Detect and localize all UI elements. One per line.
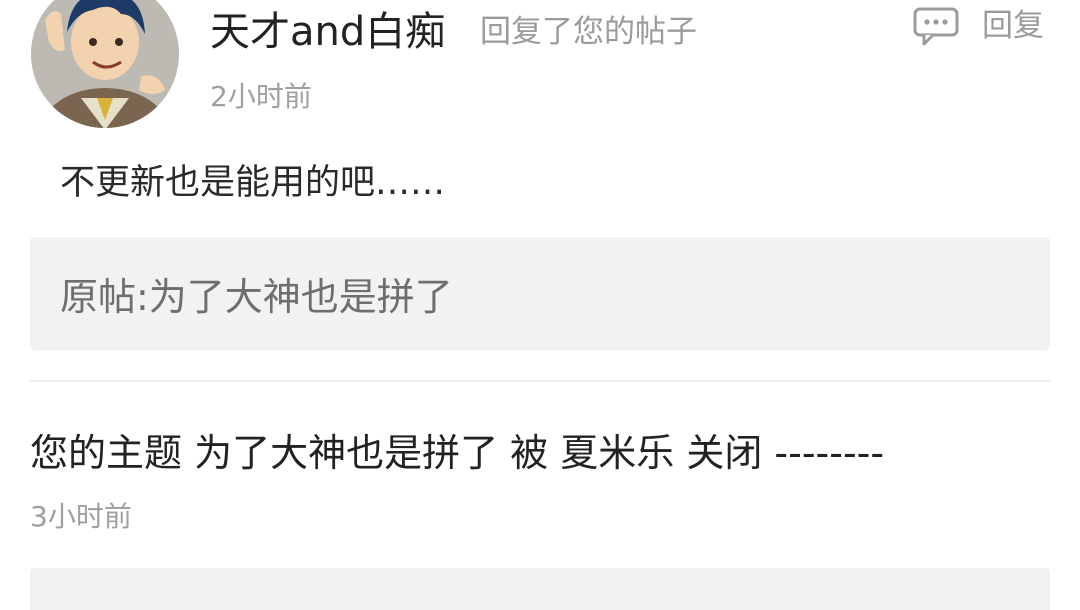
notice-timestamp: 3小时前 <box>30 500 132 533</box>
username[interactable]: 天才and白痴 <box>210 8 445 56</box>
original-post-quote[interactable]: 原帖:为了大神也是拼了 <box>30 237 1050 350</box>
reply-content[interactable]: 不更新也是能用的吧…… <box>60 160 445 206</box>
notification-action-text: 回复了您的帖子 <box>480 14 697 50</box>
reply-timestamp: 2小时前 <box>210 80 312 113</box>
reply-button[interactable]: 回复 <box>912 4 1044 48</box>
notice-quote-box[interactable] <box>30 568 1050 610</box>
speech-bubble-icon <box>913 7 959 46</box>
system-notice-text[interactable]: 您的主题 为了大神也是拼了 被 夏米乐 关闭 -------- <box>30 428 884 478</box>
reply-label: 回复 <box>982 8 1044 44</box>
avatar-image <box>31 0 179 128</box>
divider <box>30 380 1050 382</box>
original-post-title: 原帖:为了大神也是拼了 <box>60 275 453 319</box>
notification-list: 天才and白痴 回复了您的帖子 回复 2小时前 不更新也是能用的吧…… 原帖:为… <box>0 0 1080 610</box>
avatar[interactable] <box>31 0 179 128</box>
